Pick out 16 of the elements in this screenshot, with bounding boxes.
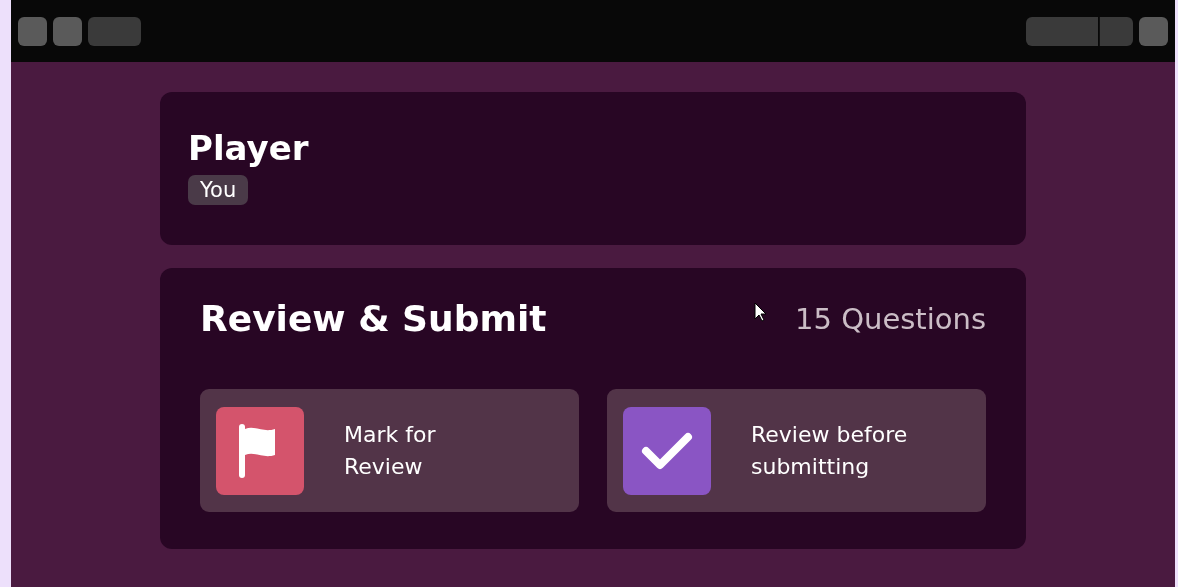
option-card[interactable]: Review before submitting [607,389,986,512]
toolbar-button[interactable] [53,16,82,46]
toolbar-button[interactable] [18,16,47,46]
toolbar-button[interactable] [1026,16,1098,46]
player-badge: You [188,175,249,206]
question-count: 15 Questions [795,301,986,336]
toolbar-button[interactable] [88,16,141,46]
player-title: Player [188,130,310,168]
option-card[interactable]: Mark for Review [200,389,579,512]
option-label: Mark for Review [344,420,437,481]
review-title: Review & Submit [200,298,547,339]
check-icon [640,430,694,471]
toolbar-button[interactable] [1139,16,1168,46]
cursor-icon [754,302,767,322]
toolbar-button[interactable] [1099,16,1133,46]
option-label: Review before submitting [751,420,909,481]
